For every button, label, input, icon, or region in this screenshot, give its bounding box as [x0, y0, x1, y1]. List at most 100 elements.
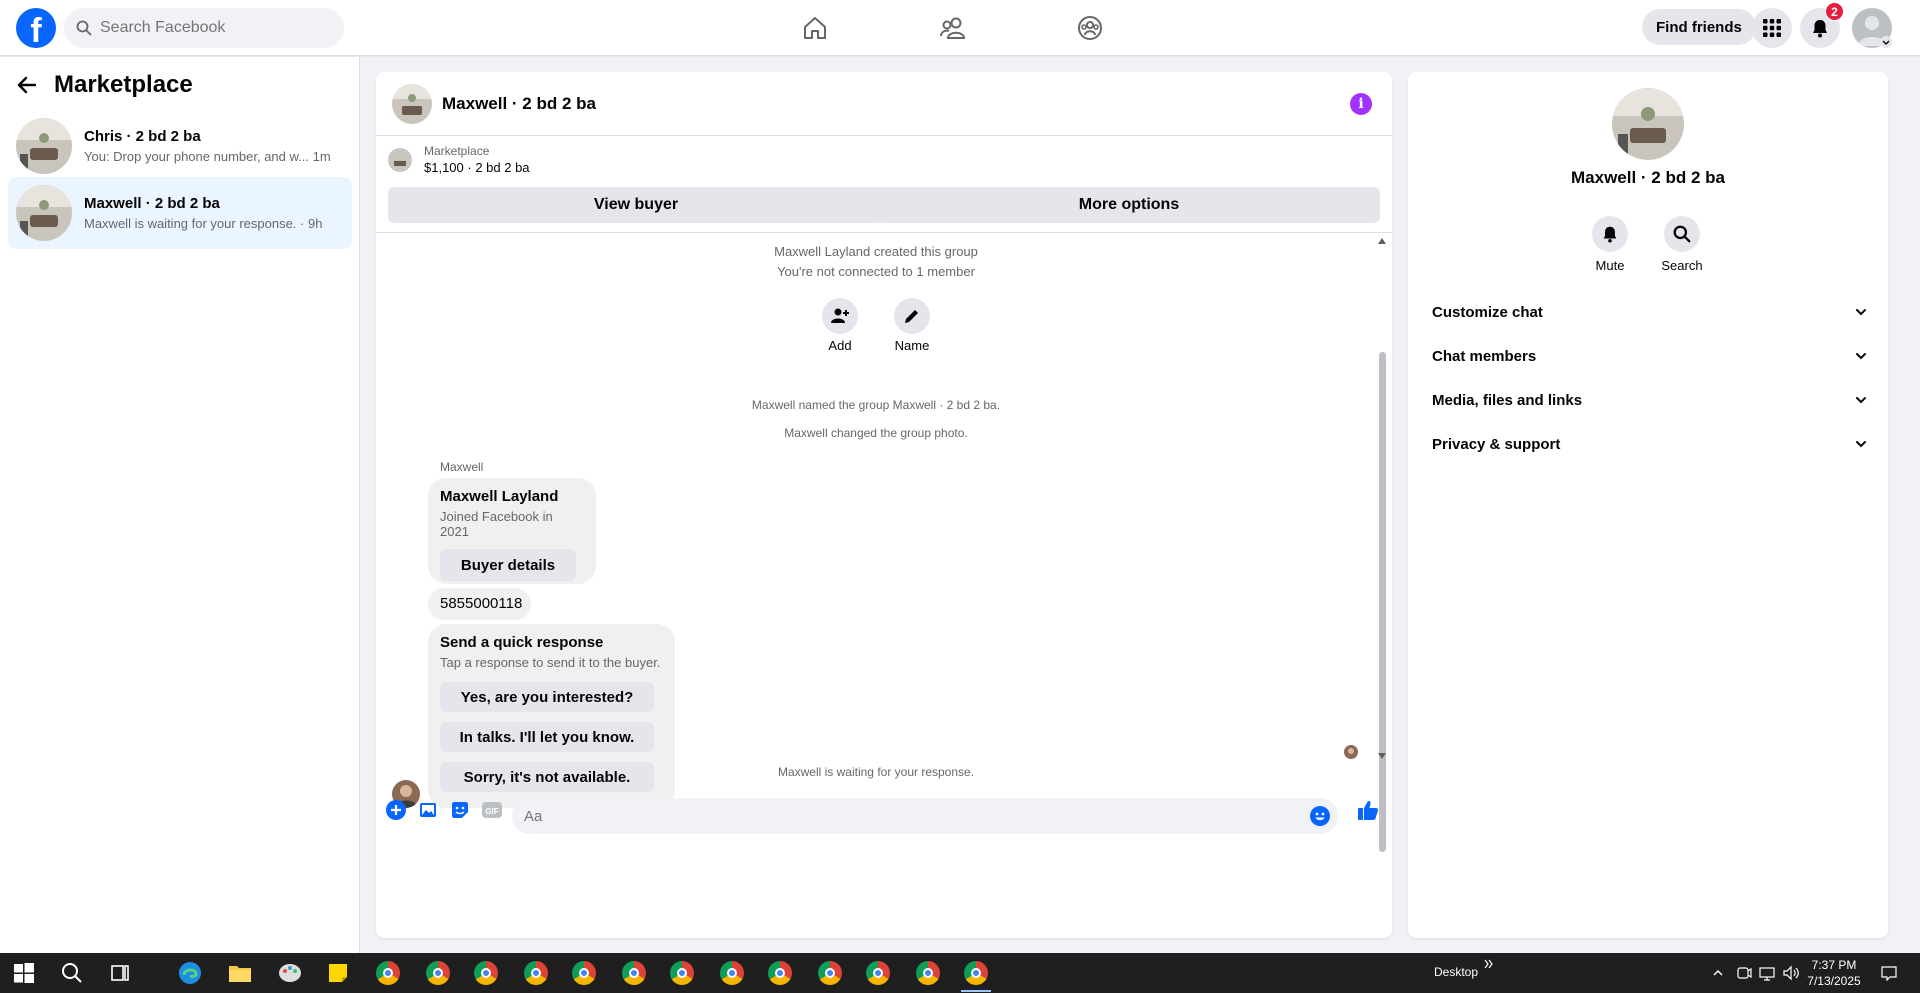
plus-circle-icon[interactable] [384, 798, 408, 822]
chevron-double-right-icon[interactable] [1484, 959, 1494, 969]
emoji-icon[interactable] [1310, 806, 1330, 826]
phone-message-bubble: 5855000118 [428, 588, 531, 620]
search-icon[interactable] [58, 959, 86, 987]
chat-scrollbar[interactable] [1376, 238, 1388, 866]
chevron-up-icon[interactable] [1712, 967, 1724, 979]
notifications-button[interactable]: 2 [1800, 2, 1844, 48]
search-facebook-box[interactable] [64, 8, 344, 48]
listing-photo-avatar [16, 118, 72, 174]
chrome-icon[interactable] [914, 959, 942, 987]
network-icon[interactable] [1758, 965, 1776, 981]
home-icon[interactable] [795, 8, 835, 48]
facebook-logo-letter: f [30, 12, 42, 48]
mute-button[interactable]: Mute [1580, 216, 1640, 273]
sticky-notes-icon[interactable] [324, 959, 352, 987]
details-title: Maxwell · 2 bd 2 ba [1571, 168, 1725, 187]
view-buyer-label: View buyer [593, 196, 679, 213]
quick-response-option[interactable]: In talks. I'll let you know. [440, 722, 654, 752]
quick-response-option[interactable]: Yes, are you interested? [440, 682, 654, 712]
media-files-links-row[interactable]: Media, files and links [1416, 378, 1880, 422]
chevron-down-icon [1856, 441, 1866, 448]
chevron-down-icon [1856, 353, 1866, 360]
back-arrow-icon[interactable] [16, 74, 38, 96]
scroll-down-arrow-icon[interactable] [1378, 753, 1386, 759]
page-title: Marketplace [54, 71, 193, 98]
quick-response-option-label: Yes, are you interested? [460, 688, 634, 706]
task-view-icon[interactable] [106, 959, 134, 987]
message-input-box[interactable] [512, 798, 1338, 834]
notification-center-icon[interactable] [1880, 965, 1898, 981]
account-chevron-icon[interactable] [1880, 36, 1892, 48]
chrome-icon[interactable] [816, 959, 844, 987]
rename-group-button[interactable] [894, 298, 930, 334]
chat-members-row[interactable]: Chat members [1416, 334, 1880, 378]
chrome-icon[interactable] [424, 959, 452, 987]
chat-title[interactable]: Maxwell · 2 bd 2 ba [442, 94, 596, 114]
header-divider [376, 232, 1392, 233]
find-friends-button[interactable]: Find friends [1642, 9, 1756, 45]
chrome-icon[interactable] [472, 959, 500, 987]
clock-time[interactable]: 7:37 PM [1808, 958, 1860, 972]
windows-start-icon[interactable] [10, 959, 38, 987]
chrome-icon[interactable] [374, 959, 402, 987]
volume-icon[interactable] [1782, 965, 1800, 981]
friends-icon[interactable] [933, 8, 973, 48]
scrollbar-thumb[interactable] [1379, 352, 1386, 852]
quick-response-card: Send a quick response Tap a response to … [428, 624, 675, 808]
chrome-icon-active[interactable] [962, 959, 990, 987]
gif-icon[interactable]: GIF [480, 798, 504, 822]
search-icon [1673, 225, 1691, 243]
chat-panel: Maxwell · 2 bd 2 ba i Marketplace $1,100… [376, 72, 1392, 938]
photo-icon[interactable] [416, 798, 440, 822]
chrome-icon[interactable] [620, 959, 648, 987]
chat-header: Maxwell · 2 bd 2 ba i [376, 72, 1392, 136]
sticker-icon[interactable] [448, 798, 472, 822]
thumbs-up-icon[interactable] [1356, 798, 1380, 822]
search-input[interactable] [100, 19, 320, 37]
search-in-chat-button[interactable]: Search [1652, 216, 1712, 273]
message-input[interactable] [512, 798, 1272, 834]
chat-details-panel: Maxwell · 2 bd 2 ba Mute Search Customiz… [1408, 72, 1888, 938]
conversation-item-chris[interactable]: Chris · 2 bd 2 ba You: Drop your phone n… [8, 110, 352, 182]
more-options-button[interactable]: More options [878, 187, 1380, 223]
customize-chat-row[interactable]: Customize chat [1416, 290, 1880, 334]
menu-grid-button[interactable] [1752, 8, 1792, 48]
windows-taskbar: Desktop 7:37 PM 7/13/2025 [0, 953, 1920, 993]
desktop-toolbar-label[interactable]: Desktop [1434, 965, 1478, 979]
seen-by-avatar [1344, 745, 1358, 759]
privacy-support-row[interactable]: Privacy & support [1416, 422, 1880, 466]
listing-price-title: $1,100 · 2 bd 2 ba [424, 160, 530, 175]
buyer-details-button[interactable]: Buyer details [440, 549, 576, 581]
conversation-item-maxwell[interactable]: Maxwell · 2 bd 2 ba Maxwell is waiting f… [8, 177, 352, 249]
add-member-button[interactable] [822, 298, 858, 334]
facebook-logo[interactable]: f [16, 8, 56, 48]
quick-response-subtitle: Tap a response to send it to the buyer. [440, 655, 661, 670]
section-label: Privacy & support [1432, 435, 1561, 453]
paint-app-icon[interactable] [276, 959, 304, 987]
file-explorer-icon[interactable] [226, 959, 254, 987]
info-icon[interactable]: i [1350, 93, 1372, 115]
group-photo[interactable] [1612, 88, 1684, 160]
chrome-icon[interactable] [668, 959, 696, 987]
conversation-time: 9h [307, 216, 323, 231]
chevron-down-icon [1856, 309, 1866, 316]
meet-now-icon[interactable] [1736, 965, 1752, 981]
view-buyer-button[interactable]: View buyer [388, 187, 884, 223]
listing-source: Marketplace [424, 144, 490, 158]
waiting-notice: Maxwell is waiting for your response. [777, 765, 975, 779]
chrome-icon[interactable] [864, 959, 892, 987]
edge-browser-icon[interactable] [176, 959, 204, 987]
groups-icon[interactable] [1070, 8, 1110, 48]
chrome-icon[interactable] [522, 959, 550, 987]
chrome-icon[interactable] [570, 959, 598, 987]
clock-date[interactable]: 7/13/2025 [1804, 974, 1864, 988]
section-label: Media, files and links [1432, 391, 1583, 409]
buyer-name: Maxwell Layland [440, 488, 559, 505]
chrome-icon[interactable] [718, 959, 746, 987]
bell-icon [1603, 226, 1617, 243]
listing-summary[interactable]: Marketplace $1,100 · 2 bd 2 ba [388, 144, 530, 175]
group-avatar[interactable] [392, 83, 432, 124]
scroll-up-arrow-icon[interactable] [1378, 238, 1386, 244]
chrome-icon[interactable] [766, 959, 794, 987]
listing-photo-avatar [16, 185, 72, 241]
